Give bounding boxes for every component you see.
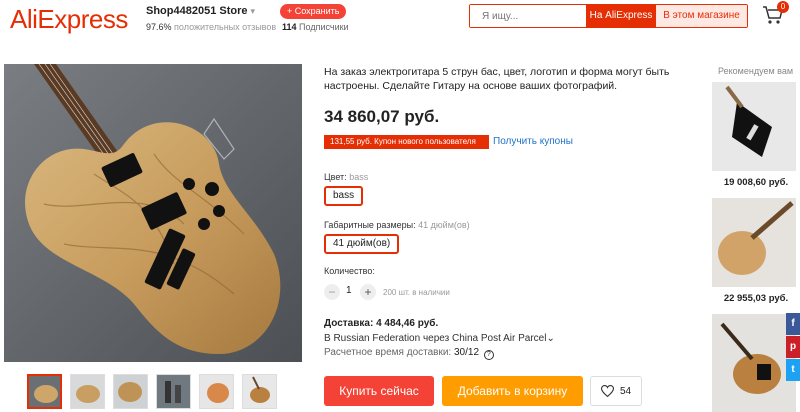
product-page: AliExpress Shop4482051 Store ▾ 97.6% поло… (0, 0, 800, 412)
subscribers-count: 114 (282, 22, 297, 32)
thumbnail-1[interactable] (27, 374, 62, 409)
store-name-text[interactable]: Shop4482051 Store (146, 5, 248, 17)
recommend-item-1-price[interactable]: 19 008,60 руб. (712, 177, 800, 188)
quantity-decrease-button[interactable]: − (324, 284, 340, 300)
wishlist-button[interactable]: 54 (590, 376, 642, 406)
quantity-increase-button[interactable]: + (360, 284, 376, 300)
thumbnail-3[interactable] (113, 374, 148, 409)
aliexpress-logo[interactable]: AliExpress (10, 4, 128, 35)
guitar-thumb-image (71, 375, 104, 408)
guitar-thumb-image (243, 375, 276, 408)
delivery-estimate: Расчетное время доставки: 30/12 ? (324, 347, 494, 360)
positive-label: положительных отзывов (174, 22, 277, 32)
wishlist-count: 54 (619, 385, 632, 397)
cart-count-badge: 0 (777, 1, 789, 13)
heart-icon (600, 385, 614, 397)
guitar-thumb-image (712, 198, 796, 287)
search-store-button[interactable]: В этом магазине (656, 5, 747, 27)
color-option-bass[interactable]: bass (324, 186, 364, 206)
guitar-thumb-image (200, 375, 233, 408)
recommend-item-2-price[interactable]: 22 955,03 руб. (712, 293, 800, 304)
help-icon[interactable]: ? (483, 350, 494, 360)
color-label-text: Цвет: (324, 172, 347, 182)
pinterest-share-icon[interactable]: p (786, 336, 800, 358)
pinterest-glyph: p (789, 341, 797, 352)
search-input[interactable] (470, 5, 586, 27)
guitar-photo (4, 64, 302, 362)
search-aliexpress-button[interactable]: На AliExpress (586, 5, 656, 27)
stock-available: 200 шт. в наличии (383, 288, 450, 297)
thumbnail-2[interactable] (70, 374, 105, 409)
color-selected-value: bass (349, 172, 369, 182)
product-price: 34 860,07 руб. (324, 107, 440, 126)
shipping-method[interactable]: В Russian Federation через China Post Ai… (324, 333, 555, 344)
quantity-value[interactable]: 1 (346, 285, 352, 296)
thumbnail-4[interactable] (156, 374, 191, 409)
thumbnail-5[interactable] (199, 374, 234, 409)
recommend-item-3-image[interactable] (712, 314, 796, 412)
eta-value: 30/12 (454, 347, 480, 358)
size-label: Габаритные размеры: 41 дюйм(ов) (324, 220, 470, 230)
subscribers: 114 Подписчики (282, 22, 349, 32)
positive-percent: 97.6% (146, 22, 172, 32)
get-coupons-link[interactable]: Получить купоны (493, 135, 573, 149)
color-label: Цвет: bass (324, 172, 368, 182)
guitar-thumb-image (29, 376, 60, 407)
follow-store-button[interactable]: + Сохранить (280, 4, 347, 19)
guitar-thumb-image (712, 314, 796, 412)
guitar-thumb-image (114, 375, 147, 408)
product-title: На заказ электрогитара 5 струн бас, цвет… (324, 66, 670, 92)
size-option-41[interactable]: 41 дюйм(ов) (324, 234, 400, 254)
facebook-share-icon[interactable]: f (786, 313, 800, 335)
eta-label: Расчетное время доставки: (324, 347, 452, 358)
search-bar: На AliExpress В этом магазине (469, 4, 748, 28)
main-product-image[interactable] (4, 64, 302, 362)
size-selected-value: 41 дюйм(ов) (418, 220, 470, 230)
guitar-thumb-image (157, 375, 190, 408)
facebook-glyph: f (791, 318, 795, 329)
recommend-item-1-image[interactable] (712, 82, 796, 171)
thumbnail-strip (27, 374, 277, 409)
thumbnail-6[interactable] (242, 374, 277, 409)
store-name[interactable]: Shop4482051 Store ▾ (146, 5, 255, 17)
recommend-item-2-image[interactable] (712, 198, 796, 287)
guitar-thumb-image (712, 82, 796, 171)
recommend-title: Рекомендуем вам (718, 66, 794, 76)
new-user-coupon-tag: 131,55 руб. Купон нового пользователя (324, 135, 489, 149)
add-to-cart-button[interactable]: Добавить в корзину (442, 376, 583, 406)
subscribers-label: Подписчики (299, 22, 349, 32)
store-caret-icon[interactable]: ▾ (251, 6, 256, 16)
twitter-share-icon[interactable]: t (786, 359, 800, 381)
shipping-cost: Доставка: 4 484,46 руб. (324, 318, 439, 329)
store-rating: 97.6% положительных отзывов (146, 22, 276, 32)
size-label-text: Габаритные размеры: (324, 220, 416, 230)
cart-icon[interactable]: 0 (761, 1, 789, 28)
twitter-glyph: t (791, 364, 795, 375)
shipping-method-text[interactable]: В Russian Federation через China Post Ai… (324, 333, 546, 344)
quantity-label: Количество: (324, 266, 375, 276)
buy-now-button[interactable]: Купить сейчас (324, 376, 434, 406)
chevron-down-icon[interactable]: ⌄ (546, 333, 554, 344)
